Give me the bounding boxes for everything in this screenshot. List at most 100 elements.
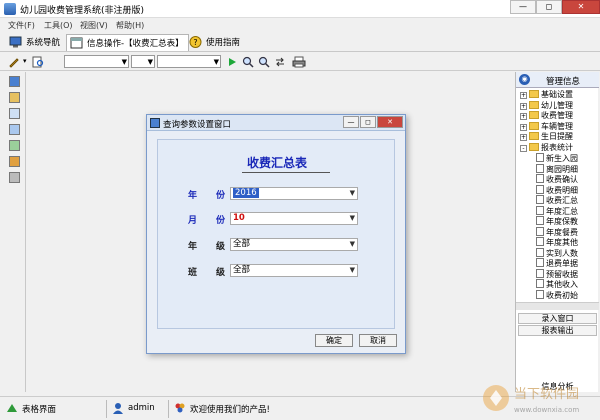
year-label-a: 年: [188, 191, 198, 201]
entry-window-button[interactable]: 录入窗口: [518, 313, 597, 324]
dialog-maximize-button[interactable]: ◻: [360, 116, 376, 128]
expand-icon[interactable]: +: [520, 113, 527, 120]
report-output-button[interactable]: 报表输出: [518, 325, 597, 336]
tree-item[interactable]: + 生日提醒: [520, 132, 573, 142]
chart-icon[interactable]: [9, 140, 20, 151]
folder-icon: [529, 132, 539, 140]
edit-tool-icon[interactable]: [9, 92, 20, 103]
tree-item-label: 新生入园: [546, 154, 578, 163]
tree-item[interactable]: 年度保教: [536, 216, 578, 226]
class-label-a: 班: [188, 268, 198, 278]
menu-view[interactable]: 视图(V): [80, 20, 108, 31]
tree-item-label: 收费初始: [546, 290, 578, 300]
month-select[interactable]: 10 ▼: [230, 212, 358, 225]
record-icon[interactable]: [9, 76, 20, 87]
dialog-title: 查询参数设置窗口: [163, 120, 232, 130]
print-icon[interactable]: [292, 56, 306, 68]
tree-item[interactable]: - 报表统计: [520, 142, 573, 153]
tab-user-guide[interactable]: ? 使用指南: [186, 34, 244, 51]
app-icon: [150, 118, 160, 128]
tree-item[interactable]: 年度汇总: [536, 205, 578, 216]
find-next-icon[interactable]: [258, 56, 270, 68]
management-panel: ◉ 管理信息 + 基础设置 + 幼儿管理 + 收费管理 + 车辆管理 + 生日提醒 - 报表统计 新生入…: [515, 72, 599, 392]
tree-item[interactable]: 实到人数: [536, 247, 578, 258]
watermark-subtext: www.downxia.com: [514, 406, 579, 414]
tree-item[interactable]: + 收费管理: [520, 111, 573, 121]
expand-icon[interactable]: +: [520, 102, 527, 110]
ok-button[interactable]: 确定: [315, 334, 353, 347]
expand-icon[interactable]: +: [520, 92, 527, 99]
menu-tools[interactable]: 工具(O): [44, 20, 73, 31]
operator-combo[interactable]: ▼: [131, 55, 155, 68]
dialog-close-button[interactable]: ✕: [377, 116, 403, 128]
value-combo[interactable]: ▼: [157, 55, 221, 68]
folder-icon: [529, 90, 539, 98]
pencil-dropdown-icon[interactable]: ▾: [23, 57, 27, 65]
tree-item-label: 年度保教: [546, 217, 578, 226]
tree-item[interactable]: + 幼儿管理: [520, 100, 573, 111]
expand-icon[interactable]: +: [520, 134, 527, 141]
maximize-button[interactable]: ◻: [536, 0, 562, 14]
group-icon: [175, 403, 185, 413]
tree-item-label: 年度汇总: [546, 206, 578, 216]
trash-icon[interactable]: [9, 172, 20, 183]
tree-item[interactable]: 收费汇总: [536, 195, 578, 205]
refresh-icon[interactable]: [274, 56, 286, 68]
dialog-title-bar[interactable]: 查询参数设置窗口 — ◻ ✕: [147, 115, 405, 131]
year-select-value: 2016: [233, 188, 259, 198]
tab-label: 信息操作-【收费汇总表】: [87, 39, 184, 49]
nav-tree: + 基础设置 + 幼儿管理 + 收费管理 + 车辆管理 + 生日提醒 - 报表统计 新生入园 离园明细 收费…: [516, 88, 599, 302]
tree-item[interactable]: 收费确认: [536, 174, 578, 184]
tree-item[interactable]: 年度餐费: [536, 226, 578, 237]
tree-item[interactable]: + 基础设置: [520, 90, 573, 100]
chevron-down-icon: ▼: [349, 189, 355, 197]
horizontal-scrollbar[interactable]: [516, 302, 599, 310]
menu-file[interactable]: 文件(F): [8, 20, 35, 31]
chevron-down-icon: ▼: [121, 58, 127, 66]
tree-item[interactable]: 年度其他: [536, 237, 578, 247]
tree-item[interactable]: 离园明细: [536, 163, 578, 174]
grid-icon[interactable]: [9, 108, 20, 119]
app-icon: [4, 3, 16, 15]
document-icon: [536, 226, 544, 236]
pencil-icon[interactable]: [8, 56, 20, 68]
panel-header-label: 管理信息: [546, 77, 581, 87]
class-select[interactable]: 全部 ▼: [230, 264, 358, 277]
panel-header[interactable]: ◉ 管理信息: [516, 72, 599, 88]
chevron-down-icon: ▼: [349, 214, 355, 222]
tab-info-operation[interactable]: 信息操作-【收费汇总表】: [66, 34, 189, 51]
tree-item[interactable]: 其他收入: [536, 279, 578, 289]
tree-item-label: 报表统计: [541, 142, 573, 152]
expand-icon[interactable]: +: [520, 123, 527, 131]
dialog-minimize-button[interactable]: —: [343, 116, 359, 128]
tree-item[interactable]: 收费明细: [536, 184, 578, 195]
users-icon[interactable]: [9, 156, 20, 167]
play-icon[interactable]: [226, 56, 238, 68]
tree-item-label: 预留收据: [546, 269, 578, 279]
tree-item[interactable]: 新生入园: [536, 153, 578, 163]
find-icon[interactable]: [242, 56, 254, 68]
tree-item[interactable]: 预留收据: [536, 268, 578, 279]
table-view-icon: [7, 404, 17, 412]
tree-item-label: 收费汇总: [546, 196, 578, 205]
document-icon[interactable]: [9, 124, 20, 135]
field-combo[interactable]: ▼: [64, 55, 129, 68]
cancel-button[interactable]: 取消: [359, 334, 397, 347]
document-icon: [536, 163, 544, 173]
tree-item-label: 基础设置: [541, 90, 573, 99]
tree-item[interactable]: 收费初始: [536, 289, 578, 300]
tree-item[interactable]: 退费单据: [536, 258, 578, 268]
menu-help[interactable]: 帮助(H): [116, 20, 144, 31]
search-icon[interactable]: [32, 56, 44, 68]
window-icon: [70, 37, 83, 49]
chevron-down-icon: ▼: [349, 266, 355, 274]
tree-item-label: 生日提醒: [541, 132, 573, 141]
year-select[interactable]: 2016 ▼: [230, 187, 358, 200]
collapse-icon[interactable]: -: [520, 144, 527, 152]
close-button[interactable]: ✕: [562, 0, 600, 14]
tree-item[interactable]: + 车辆管理: [520, 121, 573, 132]
toolbar: ▾ ▼ ▼ ▼: [0, 53, 600, 71]
tab-system-nav[interactable]: 系统导航: [6, 34, 64, 51]
minimize-button[interactable]: —: [510, 0, 536, 14]
grade-select[interactable]: 全部 ▼: [230, 238, 358, 251]
